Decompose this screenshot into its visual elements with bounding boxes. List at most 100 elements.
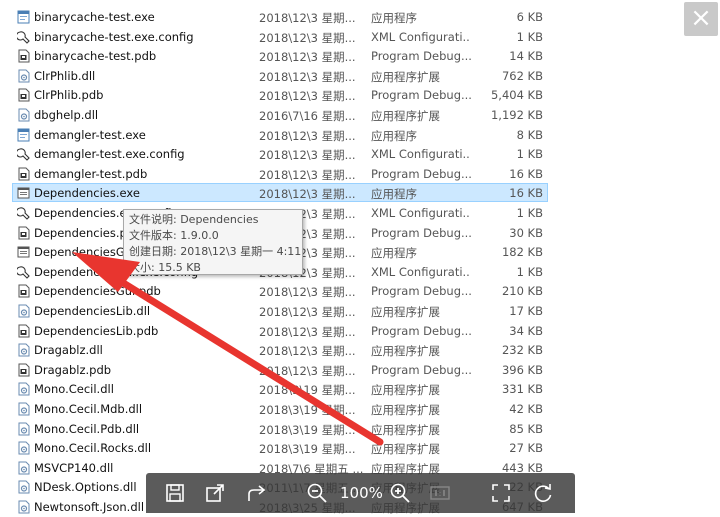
file-name: demangler-test.exe: [34, 127, 146, 142]
rotate-icon[interactable]: [532, 482, 554, 504]
file-name: demangler-test.pdb: [34, 166, 148, 181]
file-row[interactable]: demangler-test.exe 2018\12\3 星期... 应用程序 8 K…: [12, 125, 548, 144]
file-size: 34 KB: [509, 323, 543, 338]
share-icon[interactable]: [246, 482, 268, 504]
file-row[interactable]: DependenciesLib.dll 2018\12\3 星期... 应用程序扩展…: [12, 301, 548, 320]
file-size: 8 KB: [516, 127, 543, 142]
file-name: ClrPhlib.dll: [34, 68, 96, 83]
save-icon[interactable]: [164, 482, 186, 504]
file-row[interactable]: Dragablz.pdb 2018\12\3 星期... Program Debug…: [12, 360, 548, 379]
dll-icon: [17, 382, 30, 396]
file-size: 1 KB: [516, 264, 543, 279]
file-name: Mono.Cecil.Mdb.dll: [34, 402, 143, 416]
file-row[interactable]: binarycache-test.pdb 2018\12\3 星期... Progr…: [12, 46, 548, 65]
dll-icon: [17, 69, 30, 83]
file-type: 应用程序扩展: [371, 305, 440, 319]
file-type: 应用程序: [371, 128, 417, 143]
file-list: binarycache-test.exe 2018\12\3 星期... 应用程序 6…: [0, 0, 720, 515]
tooltip-size: 大小: 15.5 KB: [129, 261, 201, 274]
file-type: XML Configurati...: [371, 147, 471, 162]
file-type: XML Configurati...: [371, 29, 471, 44]
pdb-icon: [17, 167, 30, 181]
file-size: 331 KB: [501, 382, 543, 397]
config-icon: [15, 147, 30, 161]
file-name: Mono.Cecil.Pdb.dll: [34, 421, 140, 436]
tooltip-created: 创建日期: 2018\12\3 星期一 4:11: [129, 245, 302, 258]
file-row[interactable]: binarycache-test.exe 2018\12\3 星期... 应用程序 6…: [12, 7, 548, 26]
file-type: Program Debug...: [371, 166, 471, 181]
file-row[interactable]: ClrPhlib.pdb 2018\12\3 星期... Program Debug…: [12, 85, 548, 104]
file-size: 1,192 KB: [490, 108, 543, 122]
file-name: MSVCP140.dll: [34, 460, 114, 475]
tooltip-version: 文件版本: 1.9.0.0: [129, 229, 219, 242]
zoom-out-icon[interactable]: [306, 482, 328, 504]
file-type: Program Debug...: [371, 225, 471, 240]
file-type: Program Debug...: [371, 323, 471, 338]
file-row[interactable]: ClrPhlib.dll 2018\12\3 星期... 应用程序扩展 762 KB: [12, 66, 548, 85]
pdb-icon: [17, 284, 30, 298]
file-row[interactable]: Mono.Cecil.dll 2018\3\19 星期... 应用程序扩展 331 K…: [12, 379, 548, 398]
file-row[interactable]: demangler-test.pdb 2018\12\3 星期... Program…: [12, 164, 548, 183]
file-modified-date: 2018\12\3 星期...: [259, 187, 356, 202]
image-viewer-toolbar: 100%: [146, 473, 575, 513]
file-type: XML Configurati...: [371, 206, 471, 220]
actual-size-icon[interactable]: [429, 482, 451, 504]
file-row[interactable]: Mono.Cecil.Pdb.dll 2018\3\19 星期... 应用程序扩展 8…: [12, 419, 548, 438]
config-icon: [15, 265, 30, 279]
file-size: 1 KB: [516, 206, 543, 220]
file-size: 17 KB: [509, 304, 543, 318]
file-row[interactable]: binarycache-test.exe.config 2018\12\3 星期.…: [12, 27, 548, 46]
file-size: 182 KB: [501, 245, 543, 260]
file-name: Dragablz.pdb: [34, 362, 112, 377]
file-name: DependenciesGui.pdb: [34, 284, 161, 299]
close-viewer-button[interactable]: ×: [684, 2, 718, 36]
file-name: NDesk.Options.dll: [34, 480, 137, 495]
file-size: 16 KB: [509, 166, 543, 181]
exe-icon: [17, 128, 30, 142]
file-name: binarycache-test.exe: [34, 10, 155, 24]
fit-screen-icon[interactable]: [490, 482, 512, 504]
file-size: 1 KB: [516, 29, 543, 44]
file-type: 应用程序扩展: [371, 422, 440, 437]
file-type: Program Debug...: [371, 49, 471, 64]
file-modified-date: 2018\12\3 星期...: [259, 305, 356, 319]
file-type: 应用程序扩展: [371, 442, 440, 457]
file-size: 396 KB: [501, 362, 543, 377]
file-modified-date: 2018\12\3 星期...: [259, 285, 356, 300]
file-row[interactable]: demangler-test.exe.config 2018\12\3 星期...…: [12, 144, 548, 163]
file-row[interactable]: DependenciesLib.pdb 2018\12\3 星期... Progra…: [12, 321, 548, 340]
file-size: 6 KB: [516, 10, 543, 24]
file-modified-date: 2018\12\3 星期...: [259, 344, 356, 359]
dll-icon: [17, 480, 30, 494]
file-size: 762 KB: [501, 68, 543, 83]
file-row[interactable]: dbghelp.dll 2016\7\16 星期... 应用程序扩展 1,192 KB: [12, 105, 548, 124]
file-row[interactable]: Mono.Cecil.Mdb.dll 2018\3\19 星期... 应用程序扩展 4…: [12, 399, 548, 418]
file-row[interactable]: Mono.Cecil.Rocks.dll 2018\3\19 星期... 应用程序扩…: [12, 438, 548, 457]
pdb-icon: [17, 88, 30, 102]
zoom-level: 100%: [340, 484, 383, 502]
file-row[interactable]: DependenciesGui.pdb 2018\12\3 星期... Progra…: [12, 281, 548, 300]
file-type: XML Configurati...: [371, 264, 471, 279]
file-modified-date: 2018\12\3 星期...: [259, 50, 356, 65]
file-size: 1 KB: [516, 147, 543, 162]
file-tooltip: 文件说明: Dependencies 文件版本: 1.9.0.0 创建日期: 2…: [123, 209, 303, 275]
file-size: 42 KB: [509, 402, 543, 416]
zoom-in-icon[interactable]: [389, 482, 411, 504]
exe-icon: [17, 10, 30, 24]
file-type: 应用程序扩展: [371, 383, 440, 398]
dll-icon: [17, 422, 30, 436]
file-modified-date: 2016\7\16 星期...: [259, 109, 356, 123]
file-size: 85 KB: [509, 421, 543, 436]
file-type: 应用程序扩展: [371, 344, 440, 359]
file-row-selected[interactable]: Dependencies.exe 2018\12\3 星期... 应用程序 16 KB: [12, 183, 548, 203]
file-modified-date: 2018\3\19 星期...: [259, 442, 356, 457]
file-name: DependenciesLib.pdb: [34, 323, 159, 338]
dll-icon: [17, 461, 30, 475]
file-name: Dependencies.exe: [34, 186, 140, 201]
open-external-icon[interactable]: [204, 482, 226, 504]
file-row[interactable]: Dragablz.dll 2018\12\3 星期... 应用程序扩展 232 KB: [12, 340, 548, 359]
dll-icon: [17, 343, 30, 357]
file-name: Newtonsoft.Json.dll: [34, 500, 145, 514]
file-type: 应用程序扩展: [371, 69, 440, 84]
file-name: ClrPhlib.pdb: [34, 88, 104, 103]
